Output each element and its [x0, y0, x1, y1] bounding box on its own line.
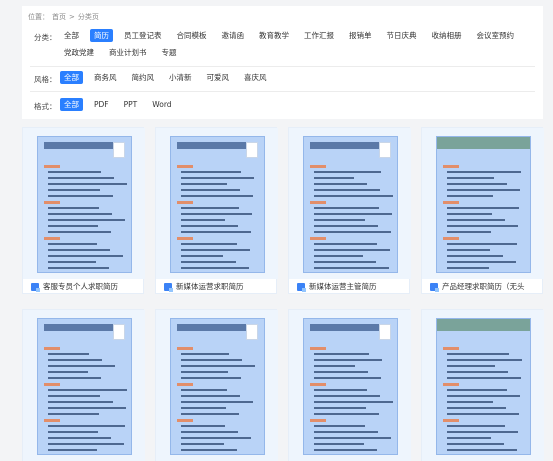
format-filter-option[interactable]: PPT [120, 98, 142, 111]
category-filter-option[interactable]: 党政党建 [60, 46, 98, 59]
format-filter-option[interactable]: 全部 [60, 98, 83, 111]
format-filter-label: 格式： [34, 102, 57, 111]
breadcrumb-separator: > [69, 13, 75, 21]
template-title[interactable]: 新媒体运营主管简历 [297, 281, 407, 292]
template-thumbnail[interactable] [289, 310, 411, 461]
category-filter-option[interactable]: 节日庆典 [383, 29, 421, 42]
template-title[interactable]: 产品经理求职简历（无头 [430, 281, 540, 292]
template-title-text: 新媒体运营求职简历 [176, 282, 244, 291]
resume-preview-image [302, 136, 398, 273]
category-filter-option[interactable]: 工作汇报 [300, 29, 338, 42]
category-filter-label: 分类： [34, 33, 57, 42]
template-card[interactable] [22, 309, 145, 461]
category-filter-option[interactable]: 教育教学 [255, 29, 293, 42]
category-filter-options: 全部 简历 员工登记表 合同模板 邀请函 教育教学 工作汇报 报销单 节日庆典 收纳相册 会议室预约… [60, 29, 530, 59]
template-thumbnail[interactable] [422, 128, 544, 279]
template-card[interactable]: 客服专员个人求职简历 [22, 127, 145, 294]
style-filter-option[interactable]: 小清新 [165, 71, 196, 84]
category-filter-option[interactable]: 商业计划书 [105, 46, 151, 59]
format-filter-options: 全部 PDF PPT Word [60, 98, 530, 111]
category-filter-option[interactable]: 员工登记表 [120, 29, 166, 42]
format-filter-option[interactable]: Word [148, 98, 175, 111]
category-filter-option[interactable]: 简历 [90, 29, 113, 42]
style-filter-option[interactable]: 喜庆风 [240, 71, 271, 84]
template-title-text: 客服专员个人求职简历 [43, 282, 118, 291]
word-doc-icon [430, 282, 439, 292]
format-filter-option[interactable]: PDF [90, 98, 113, 111]
filter-divider [30, 66, 535, 67]
word-doc-icon [164, 282, 173, 292]
template-card[interactable]: 新媒体运营求职简历 [155, 127, 278, 294]
breadcrumb-current: 分类页 [77, 13, 99, 21]
template-card[interactable] [155, 309, 278, 461]
template-thumbnail[interactable] [23, 128, 145, 279]
style-filter-label: 风格： [34, 75, 57, 84]
resume-preview-image [36, 136, 132, 273]
resume-preview-image [36, 318, 132, 455]
template-thumbnail[interactable] [289, 128, 411, 279]
filter-divider [30, 91, 535, 92]
template-title-text: 产品经理求职简历（无头 [442, 282, 525, 291]
category-filter-option[interactable]: 专题 [158, 46, 181, 59]
template-thumbnail[interactable] [156, 310, 278, 461]
word-doc-icon [297, 282, 306, 292]
style-filter-option[interactable]: 全部 [60, 71, 83, 84]
category-filter-option[interactable]: 报销单 [345, 29, 376, 42]
category-filter-option[interactable]: 收纳相册 [428, 29, 466, 42]
category-filter-option[interactable]: 合同模板 [173, 29, 211, 42]
template-title[interactable]: 客服专员个人求职简历 [31, 281, 141, 292]
template-thumbnail[interactable] [23, 310, 145, 461]
template-card[interactable] [288, 309, 411, 461]
filter-panel: 位置： 首页 > 分类页 分类： 全部 简历 员工登记表 合同模板 邀请函 教育教学 工作汇报 报销… [22, 6, 543, 119]
template-thumbnail[interactable] [156, 128, 278, 279]
category-filter-option[interactable]: 全部 [60, 29, 83, 42]
style-filter-options: 全部 商务风 简约风 小清新 可爱风 喜庆风 [60, 71, 530, 84]
word-doc-icon [31, 282, 40, 292]
template-card[interactable]: 产品经理求职简历（无头 [421, 127, 544, 294]
template-thumbnail[interactable] [422, 310, 544, 461]
resume-preview-image [169, 318, 265, 455]
resume-preview-image [435, 318, 531, 455]
breadcrumb-prefix: 位置： [28, 13, 49, 21]
resume-preview-image [435, 136, 531, 273]
template-title-text: 新媒体运营主管简历 [309, 282, 377, 291]
style-filter-option[interactable]: 可爱风 [203, 71, 234, 84]
breadcrumb: 位置： 首页 > 分类页 [28, 12, 102, 22]
category-filter-option[interactable]: 邀请函 [218, 29, 249, 42]
style-filter-option[interactable]: 简约风 [128, 71, 159, 84]
template-card[interactable]: 新媒体运营主管简历 [288, 127, 411, 294]
resume-preview-image [169, 136, 265, 273]
template-card[interactable] [421, 309, 544, 461]
category-filter-option[interactable]: 会议室预约 [473, 29, 519, 42]
resume-preview-image [302, 318, 398, 455]
style-filter-option[interactable]: 商务风 [90, 71, 121, 84]
template-title[interactable]: 新媒体运营求职简历 [164, 281, 274, 292]
breadcrumb-home[interactable]: 首页 [52, 13, 66, 21]
